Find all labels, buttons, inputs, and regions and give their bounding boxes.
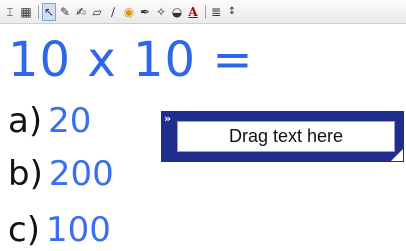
eraser-icon[interactable]: ▱ xyxy=(90,3,104,21)
question-text: 10 x 10 = xyxy=(8,32,254,88)
text-color-icon[interactable]: A xyxy=(186,3,200,21)
option-value: 20 xyxy=(48,101,92,141)
toolbar-separator xyxy=(205,4,206,19)
line-icon[interactable]: ∕ xyxy=(106,3,120,21)
select-arrow-icon[interactable]: ↖ xyxy=(42,2,56,21)
option-c[interactable]: c) 100 xyxy=(8,210,111,250)
fill-bucket-icon[interactable]: ◉ xyxy=(122,3,136,21)
drag-handle-icon[interactable]: » xyxy=(164,113,177,124)
pen-icon[interactable]: ✎ xyxy=(58,3,72,21)
magic-pen-icon[interactable]: ✒ xyxy=(138,3,152,21)
properties-icon[interactable]: ≣ xyxy=(209,3,223,21)
option-b[interactable]: b) 200 xyxy=(8,154,114,194)
more-options-icon[interactable]: ↕ xyxy=(225,3,239,21)
option-value: 100 xyxy=(45,210,111,250)
resize-corner-icon[interactable] xyxy=(391,149,403,161)
text-tool-icon[interactable]: ⌶ xyxy=(3,3,17,21)
highlighter-icon[interactable]: ✍ xyxy=(74,3,88,21)
option-letter: a) xyxy=(8,101,43,141)
drag-text-field[interactable]: Drag text here xyxy=(177,121,395,152)
option-letter: b) xyxy=(8,154,43,194)
drag-target-box[interactable]: » Drag text here xyxy=(161,111,404,162)
toolbar: ⌶ ▦ ↖ ✎ ✍ ▱ ∕ ◉ ✒ ✧ ◒ A ≣ ↕ xyxy=(0,0,406,24)
option-value: 200 xyxy=(48,154,114,194)
option-letter: c) xyxy=(8,210,40,250)
shape-icon[interactable]: ✧ xyxy=(154,3,168,21)
toolbar-separator xyxy=(38,4,39,19)
option-a[interactable]: a) 20 xyxy=(8,101,91,141)
drag-text-label: Drag text here xyxy=(228,126,344,146)
table-icon[interactable]: ▦ xyxy=(19,3,33,21)
color-picker-icon[interactable]: ◒ xyxy=(170,3,184,21)
